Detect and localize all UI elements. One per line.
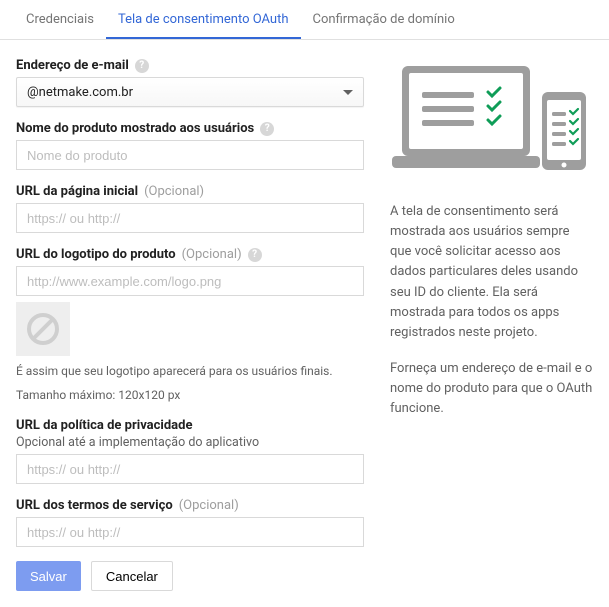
field-logo-url: URL do logotipo do produto (Opcional) ? … bbox=[16, 247, 364, 404]
product-name-input[interactable] bbox=[16, 140, 364, 170]
tos-label: URL dos termos de serviço (Opcional) bbox=[16, 498, 364, 513]
cancel-button[interactable]: Cancelar bbox=[91, 561, 173, 591]
tos-input[interactable] bbox=[16, 517, 364, 547]
save-button[interactable]: Salvar bbox=[16, 561, 81, 591]
consent-illustration bbox=[390, 58, 593, 184]
logo-url-label: URL do logotipo do produto (Opcional) ? bbox=[16, 247, 364, 262]
help-icon[interactable]: ? bbox=[135, 59, 149, 73]
tab-consent[interactable]: Tela de consentimento OAuth bbox=[106, 0, 301, 39]
logo-url-optional: (Opcional) bbox=[182, 247, 242, 262]
logo-url-label-text: URL do logotipo do produto bbox=[16, 247, 176, 262]
tab-domain[interactable]: Confirmação de domínio bbox=[301, 0, 467, 39]
email-label: Endereço de e-mail ? bbox=[16, 58, 364, 73]
logo-preview bbox=[16, 302, 70, 356]
info-column: A tela de consentimento será mostrada ao… bbox=[390, 58, 593, 591]
homepage-label-text: URL da página inicial bbox=[16, 184, 138, 199]
logo-url-input[interactable] bbox=[16, 266, 364, 296]
privacy-sublabel: Opcional até a implementação do aplicati… bbox=[16, 435, 364, 450]
homepage-input[interactable] bbox=[16, 203, 364, 233]
field-tos: URL dos termos de serviço (Opcional) bbox=[16, 498, 364, 547]
content: Endereço de e-mail ? @netmake.com.br Nom… bbox=[0, 40, 609, 607]
homepage-label: URL da página inicial (Opcional) bbox=[16, 184, 364, 199]
help-icon[interactable]: ? bbox=[248, 248, 262, 262]
privacy-label-text: URL da política de privacidade bbox=[16, 418, 192, 433]
prohibited-icon bbox=[25, 311, 61, 347]
product-name-label-text: Nome do produto mostrado aos usuários bbox=[16, 121, 254, 136]
product-name-label: Nome do produto mostrado aos usuários ? bbox=[16, 121, 364, 136]
field-email: Endereço de e-mail ? @netmake.com.br bbox=[16, 58, 364, 107]
tab-credentials[interactable]: Credenciais bbox=[14, 0, 106, 39]
button-row: Salvar Cancelar bbox=[16, 561, 364, 591]
privacy-input[interactable] bbox=[16, 454, 364, 484]
info-paragraph-1: A tela de consentimento será mostrada ao… bbox=[390, 202, 593, 343]
email-select[interactable]: @netmake.com.br bbox=[16, 77, 364, 107]
chevron-down-icon bbox=[343, 85, 353, 100]
privacy-label: URL da política de privacidade bbox=[16, 418, 364, 433]
field-privacy: URL da política de privacidade Opcional … bbox=[16, 418, 364, 484]
logo-hint-2: Tamanho máximo: 120x120 px bbox=[16, 386, 364, 404]
field-homepage: URL da página inicial (Opcional) bbox=[16, 184, 364, 233]
homepage-optional: (Opcional) bbox=[144, 184, 204, 199]
help-icon[interactable]: ? bbox=[260, 122, 274, 136]
field-product-name: Nome do produto mostrado aos usuários ? bbox=[16, 121, 364, 170]
form-column: Endereço de e-mail ? @netmake.com.br Nom… bbox=[16, 58, 364, 591]
tos-optional: (Opcional) bbox=[179, 498, 239, 513]
email-label-text: Endereço de e-mail bbox=[16, 58, 129, 73]
email-select-value: @netmake.com.br bbox=[27, 85, 133, 100]
logo-hint-1: É assim que seu logotipo aparecerá para … bbox=[16, 362, 364, 380]
tos-label-text: URL dos termos de serviço bbox=[16, 498, 173, 513]
tabs: Credenciais Tela de consentimento OAuth … bbox=[0, 0, 609, 40]
info-paragraph-2: Forneça um endereço de e-mail e o nome d… bbox=[390, 359, 593, 419]
